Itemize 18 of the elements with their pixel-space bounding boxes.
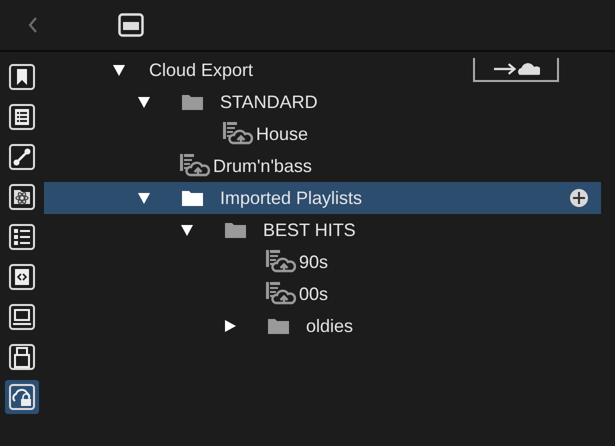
tree-item-label: 00s	[299, 284, 328, 304]
tree-item-label: BEST HITS	[263, 220, 356, 240]
tree-row[interactable]: 90s	[44, 246, 601, 278]
tree-item-label: Drum'n'bass	[213, 156, 312, 176]
tree-row[interactable]: STANDARD	[44, 86, 601, 118]
tree-row[interactable]: BEST HITS	[44, 214, 601, 246]
tree-item-label: Imported Playlists	[220, 188, 362, 208]
tree-row[interactable]: Imported Playlists	[44, 182, 601, 214]
tree-item-label: House	[256, 124, 308, 144]
tree-item-label: Cloud Export	[149, 60, 254, 80]
tree-item-label: 90s	[299, 252, 328, 272]
tree-row[interactable]: Cloud Export	[44, 54, 601, 86]
tree-row[interactable]: 00s	[44, 278, 601, 310]
tree-row[interactable]: oldies	[44, 310, 601, 342]
tree-item-label: oldies	[306, 316, 354, 336]
tree-row[interactable]: House	[44, 118, 601, 150]
tree-row[interactable]: Drum'n'bass	[44, 150, 601, 182]
tree-item-label: STANDARD	[220, 92, 318, 112]
